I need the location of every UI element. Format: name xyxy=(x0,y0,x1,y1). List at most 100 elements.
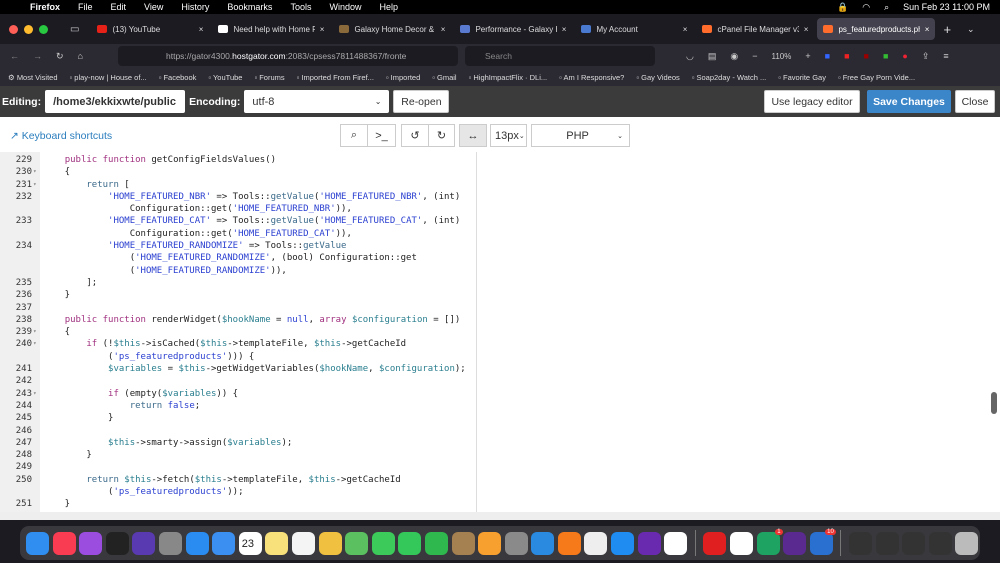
mode-select[interactable]: PHP ⌄ xyxy=(531,124,630,147)
close-window-button[interactable] xyxy=(9,24,18,34)
trash-icon[interactable] xyxy=(955,531,979,555)
tab-6[interactable]: ps_featuredproducts.php × xyxy=(817,18,936,40)
notes-icon[interactable] xyxy=(265,531,289,555)
search-button[interactable]: ⌕ xyxy=(340,124,368,147)
app-store-icon[interactable] xyxy=(611,531,635,555)
close-tab-icon[interactable]: × xyxy=(562,25,567,34)
close-tab-icon[interactable]: × xyxy=(804,25,809,34)
tab-1[interactable]: Need help with Home Fe... × xyxy=(212,18,330,40)
bookmark-item[interactable]: ▫ Facebook xyxy=(159,73,197,82)
pages-icon[interactable] xyxy=(478,531,502,555)
save-changes-button[interactable]: Save Changes xyxy=(867,90,951,113)
keyboard-shortcuts-link[interactable]: ↗ Keyboard shortcuts xyxy=(10,130,112,142)
new-tab-button[interactable]: + xyxy=(943,22,951,37)
adblock-plus-icon[interactable]: ● xyxy=(902,51,907,61)
account-icon[interactable]: ◉ xyxy=(730,51,738,62)
undo-button[interactable]: ↺ xyxy=(401,124,429,147)
lock-icon[interactable]: 🔒 xyxy=(837,2,848,13)
firefox-icon[interactable] xyxy=(637,531,661,555)
bookmark-item[interactable]: ▫ Soap2day - Watch ... xyxy=(692,73,767,82)
redo-button[interactable]: ↻ xyxy=(428,124,455,147)
window-thumb-icon[interactable] xyxy=(875,531,899,555)
close-tab-icon[interactable]: × xyxy=(199,25,204,34)
close-tab-icon[interactable]: × xyxy=(320,25,325,34)
photos-icon[interactable] xyxy=(318,531,342,555)
zoom-in-button[interactable]: + xyxy=(805,51,810,61)
bookmark-item[interactable]: ▫ Gmail xyxy=(432,73,456,82)
back-icon[interactable]: ← xyxy=(10,51,19,61)
adblock-icon[interactable] xyxy=(703,531,727,555)
reminders-icon[interactable] xyxy=(291,531,315,555)
tab-2[interactable]: Galaxy Home Decor & Gif × xyxy=(333,18,451,40)
menu-window[interactable]: Window xyxy=(329,2,361,12)
apple-tv-icon[interactable] xyxy=(105,531,129,555)
window-thumb-icon[interactable] xyxy=(849,531,872,555)
bookmark-item[interactable]: ▫ play-now | House of... xyxy=(70,73,147,82)
maps-icon[interactable] xyxy=(345,531,369,555)
menu-edit[interactable]: Edit xyxy=(111,2,127,12)
bookmark-item[interactable]: ▫ Gay Videos xyxy=(636,73,679,82)
podcasts-icon[interactable] xyxy=(79,531,103,555)
menu-tools[interactable]: Tools xyxy=(290,2,311,12)
bookmark-item[interactable]: ▫ Forums xyxy=(254,73,284,82)
bookmark-item[interactable]: ▫ YouTube xyxy=(208,73,242,82)
font-size-select[interactable]: 13px ⌄ xyxy=(490,124,527,147)
zoom-window-button[interactable] xyxy=(39,24,48,34)
horizontal-scrollbar[interactable] xyxy=(0,512,1000,520)
file-path-input[interactable]: /home3/ekkixwte/public xyxy=(45,90,186,113)
reload-icon[interactable]: ↻ xyxy=(56,51,64,62)
search-bar[interactable]: Search xyxy=(465,46,655,66)
menu-app-name[interactable]: Firefox xyxy=(30,2,60,12)
window-thumb-icon[interactable] xyxy=(902,531,926,555)
news-icon[interactable] xyxy=(664,531,688,555)
music-icon[interactable] xyxy=(52,531,76,555)
calendar-icon[interactable]: 23 xyxy=(238,531,262,555)
ublock-icon[interactable]: ■ xyxy=(864,51,869,61)
url-bar[interactable]: https://gator4300. hostgator.com:2083/cps… xyxy=(118,46,458,66)
pocket-icon[interactable]: ◡ xyxy=(686,51,694,62)
home-icon[interactable]: ⌂ xyxy=(78,51,83,61)
keynote-icon[interactable] xyxy=(531,531,555,555)
facetime-icon[interactable] xyxy=(398,531,422,555)
contacts-icon[interactable] xyxy=(451,531,475,555)
bookmark-item[interactable]: ⚙ Most Visited xyxy=(8,73,58,82)
clock[interactable]: Sun Feb 23 11:00 PM xyxy=(903,2,990,12)
messages-icon[interactable] xyxy=(371,531,395,555)
tor-icon[interactable] xyxy=(783,531,807,555)
vertical-scrollbar[interactable] xyxy=(991,392,997,414)
close-button[interactable]: Close xyxy=(955,90,995,113)
google-chat-icon[interactable]: 1 xyxy=(756,528,783,555)
bookmark-item[interactable]: ▫ Imported xyxy=(386,73,420,82)
tab-5[interactable]: cPanel File Manager v3 × xyxy=(696,18,814,40)
finder-icon[interactable] xyxy=(26,531,49,555)
books-icon[interactable] xyxy=(557,531,581,555)
bookmark-item[interactable]: ▫ HighImpactFlix · DLi... xyxy=(469,73,548,82)
menu-view[interactable]: View xyxy=(144,2,163,12)
reader-icon[interactable]: ▤ xyxy=(708,51,717,62)
extension-icon[interactable]: ■ xyxy=(825,51,830,61)
hamburger-menu-icon[interactable]: ≡ xyxy=(943,51,948,61)
word-wrap-toggle[interactable]: ↔ xyxy=(459,124,487,147)
reopen-button[interactable]: Re-open xyxy=(393,90,450,113)
launchpad-icon[interactable] xyxy=(158,531,182,555)
window-thumb-icon[interactable] xyxy=(928,531,952,555)
bookmark-item[interactable]: ▫ Free Gay Porn Vide... xyxy=(838,73,915,82)
close-tab-icon[interactable]: × xyxy=(441,25,446,34)
menu-history[interactable]: History xyxy=(181,2,209,12)
encoding-select[interactable]: utf-8 ⌄ xyxy=(244,90,390,113)
zoom-out-button[interactable]: − xyxy=(752,51,757,61)
system-preferences-icon[interactable] xyxy=(504,531,528,555)
bookmark-item[interactable]: ▫ Am I Responsive? xyxy=(559,73,624,82)
close-tab-icon[interactable]: × xyxy=(683,25,688,34)
vpn-icon[interactable]: 10 xyxy=(809,528,836,555)
tab-3[interactable]: Performance - Galaxy Ho × xyxy=(454,18,572,40)
mail-icon[interactable] xyxy=(212,531,236,555)
messenger-icon[interactable] xyxy=(730,531,754,555)
tab-4[interactable]: My Account × xyxy=(575,18,693,40)
menu-file[interactable]: File xyxy=(78,2,93,12)
tab-list-chevron-icon[interactable]: ⌄ xyxy=(967,24,975,35)
tab-0[interactable]: (13) YouTube × xyxy=(91,18,209,40)
menu-bookmarks[interactable]: Bookmarks xyxy=(227,2,272,12)
legacy-editor-button[interactable]: Use legacy editor xyxy=(764,90,860,113)
bookmark-item[interactable]: ▫ Imported From Firef... xyxy=(297,73,374,82)
